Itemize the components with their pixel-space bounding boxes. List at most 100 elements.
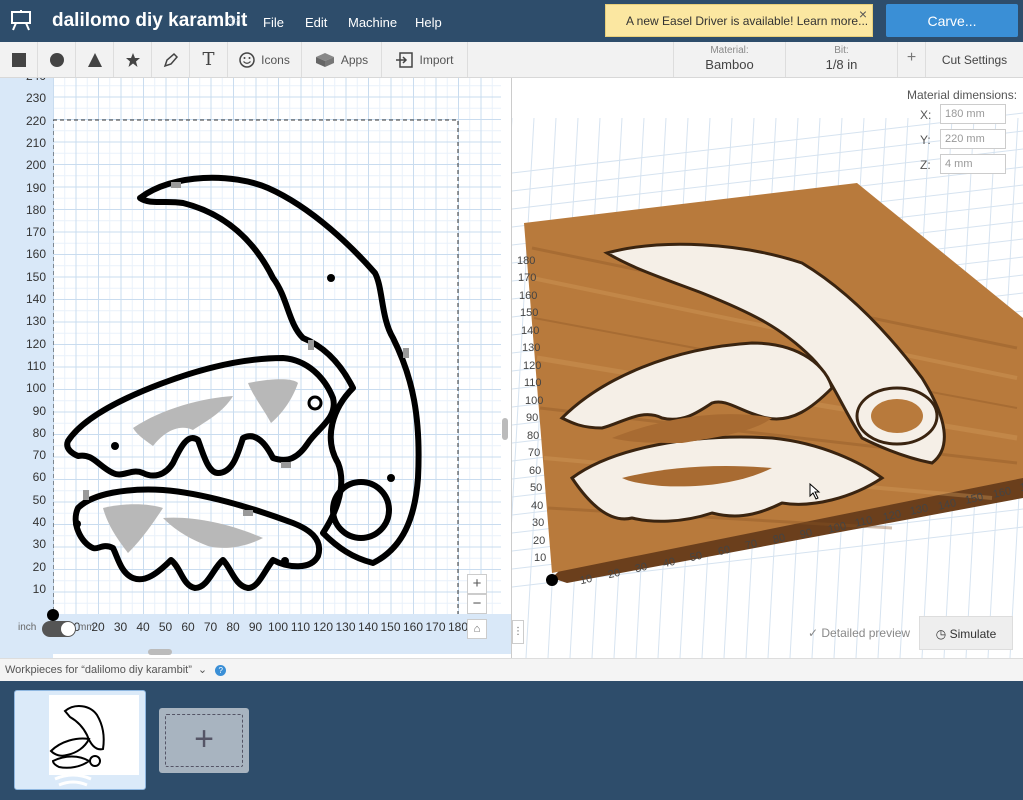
- pane-divider-handle[interactable]: ⋮: [512, 620, 524, 644]
- import-tool-button[interactable]: Import: [382, 42, 468, 77]
- menu-machine[interactable]: Machine: [348, 15, 397, 30]
- y-tick-label: 240: [0, 78, 46, 83]
- dim-x-input[interactable]: [940, 104, 1006, 124]
- preview-y-tick: 30: [532, 517, 545, 529]
- preview-y-tick: 70: [528, 447, 541, 459]
- y-tick-label: 140: [25, 292, 46, 306]
- favorite-star-icon[interactable]: ☆: [228, 13, 241, 30]
- vertical-scrollbar[interactable]: [502, 418, 508, 440]
- menu-help[interactable]: Help: [415, 15, 442, 30]
- icons-label: Icons: [261, 52, 290, 67]
- material-value[interactable]: Bamboo: [674, 57, 785, 72]
- unit-toggle[interactable]: [42, 621, 76, 637]
- notice-text[interactable]: A new Easel Driver is available! Learn m…: [626, 14, 868, 28]
- karambit-design-artwork[interactable]: [53, 78, 501, 614]
- bit-value[interactable]: 1/8 in: [786, 57, 897, 72]
- workpieces-bar: +: [0, 681, 1023, 800]
- 3d-preview-pane[interactable]: 10 20 30 40 50 60 70 80 90 100 110 120 130 140 150 160 1…: [512, 78, 1023, 658]
- y-tick-label: 70: [32, 448, 46, 463]
- y-tick-label: 180: [25, 202, 46, 217]
- design-canvas[interactable]: 240 230 220 210 200 190 180 170 160 150 140 130 120 1…: [0, 78, 512, 658]
- y-tick-label: 30: [32, 537, 46, 552]
- y-tick-label: 120: [25, 336, 46, 351]
- project-title[interactable]: dalilomo diy karambit: [52, 10, 247, 32]
- home-view-icon[interactable]: ⌂: [467, 619, 487, 639]
- toolbar: T Icons Apps Import Material: Bamboo Bit…: [0, 42, 1023, 78]
- close-icon[interactable]: ×: [859, 6, 867, 22]
- horizontal-scrollbar[interactable]: [148, 649, 172, 655]
- carve-button[interactable]: Carve...: [886, 4, 1018, 37]
- y-tick-label: 160: [25, 247, 46, 262]
- workpiece-thumbnail[interactable]: [14, 690, 146, 790]
- dim-y-input[interactable]: [940, 129, 1006, 149]
- preview-y-tick: 50: [530, 482, 543, 494]
- preview-y-tick: 90: [526, 412, 539, 424]
- zoom-in-button[interactable]: +: [467, 574, 487, 594]
- preview-y-tick: 170: [518, 272, 537, 284]
- zoom-out-button[interactable]: −: [467, 594, 487, 614]
- workpiece-thumbnail-image: [49, 695, 139, 787]
- preview-y-tick: 180: [517, 254, 536, 267]
- y-tick-label: 110: [26, 358, 46, 373]
- simulate-label: Simulate: [949, 627, 997, 641]
- circle-icon: [49, 52, 64, 67]
- y-tick-label: 190: [25, 180, 46, 195]
- preview-y-tick: 10: [534, 552, 547, 564]
- y-tick-label: 100: [25, 381, 46, 396]
- origin-marker[interactable]: [46, 608, 60, 622]
- dim-y-label: Y:: [920, 133, 931, 147]
- y-tick-label: 10: [32, 581, 46, 596]
- material-selector[interactable]: Material: Bamboo: [673, 42, 785, 77]
- y-tick-label: 230: [25, 91, 46, 106]
- preview-x-tick: 50: [688, 549, 704, 564]
- preview-y-tick: 40: [531, 499, 544, 512]
- detailed-preview-toggle[interactable]: ✓ Detailed preview: [808, 626, 910, 640]
- y-tick-label: 210: [25, 135, 46, 150]
- y-tick-label: 150: [25, 269, 46, 284]
- y-tick-label: 90: [32, 403, 46, 418]
- add-bit-button[interactable]: +: [897, 42, 925, 77]
- square-icon: [11, 52, 26, 67]
- triangle-icon: [87, 52, 102, 67]
- help-icon[interactable]: ?: [215, 664, 227, 676]
- preview-y-tick: 110: [524, 377, 542, 389]
- y-tick-label: 20: [32, 559, 46, 574]
- easel-logo-icon[interactable]: [10, 9, 32, 31]
- pen-icon: [163, 52, 178, 67]
- square-tool-button[interactable]: [0, 42, 38, 77]
- menu-file[interactable]: File: [263, 15, 284, 30]
- top-bar: dalilomo diy karambit ☆ File Edit Machin…: [0, 0, 1023, 42]
- chevron-down-icon[interactable]: ⌄: [198, 664, 207, 676]
- simulate-button[interactable]: ◷ Simulate: [919, 616, 1013, 650]
- y-tick-label: 170: [25, 225, 46, 240]
- y-tick-label: 60: [32, 470, 46, 485]
- icons-tool-button[interactable]: Icons: [228, 42, 302, 77]
- bit-selector[interactable]: Bit: 1/8 in: [785, 42, 897, 77]
- triangle-tool-button[interactable]: [76, 42, 114, 77]
- apps-label: Apps: [340, 52, 369, 67]
- y-tick-label: 50: [32, 492, 46, 507]
- text-tool-button[interactable]: T: [190, 42, 228, 77]
- menu-edit[interactable]: Edit: [305, 15, 327, 30]
- preview-y-tick: 20: [533, 534, 546, 547]
- preview-y-tick: 100: [525, 394, 544, 407]
- add-workpiece-button[interactable]: +: [159, 708, 249, 773]
- driver-update-notice[interactable]: A new Easel Driver is available! Learn m…: [605, 4, 873, 37]
- pen-tool-button[interactable]: [152, 42, 190, 77]
- preview-y-tick: 160: [519, 289, 538, 302]
- star-tool-button[interactable]: [114, 42, 152, 77]
- preview-x-tick: 60: [716, 543, 731, 559]
- material-label: Material:: [710, 45, 749, 56]
- cut-settings-button[interactable]: Cut Settings: [925, 42, 1023, 77]
- preview-x-tick: 90: [798, 526, 814, 541]
- workpieces-title: Workpieces for “dalilomo diy karambit”: [5, 664, 192, 676]
- y-tick-label: 80: [32, 425, 46, 440]
- y-tick-label: 130: [25, 314, 46, 329]
- preview-x-tick: 40: [661, 555, 676, 570]
- apps-tool-button[interactable]: Apps: [302, 42, 382, 77]
- dim-z-input[interactable]: [940, 154, 1006, 174]
- material-dimensions-title: Material dimensions:: [907, 88, 1018, 102]
- circle-tool-button[interactable]: [38, 42, 76, 77]
- preview-x-tick: 10: [578, 572, 594, 588]
- clock-icon: ◷: [935, 627, 950, 641]
